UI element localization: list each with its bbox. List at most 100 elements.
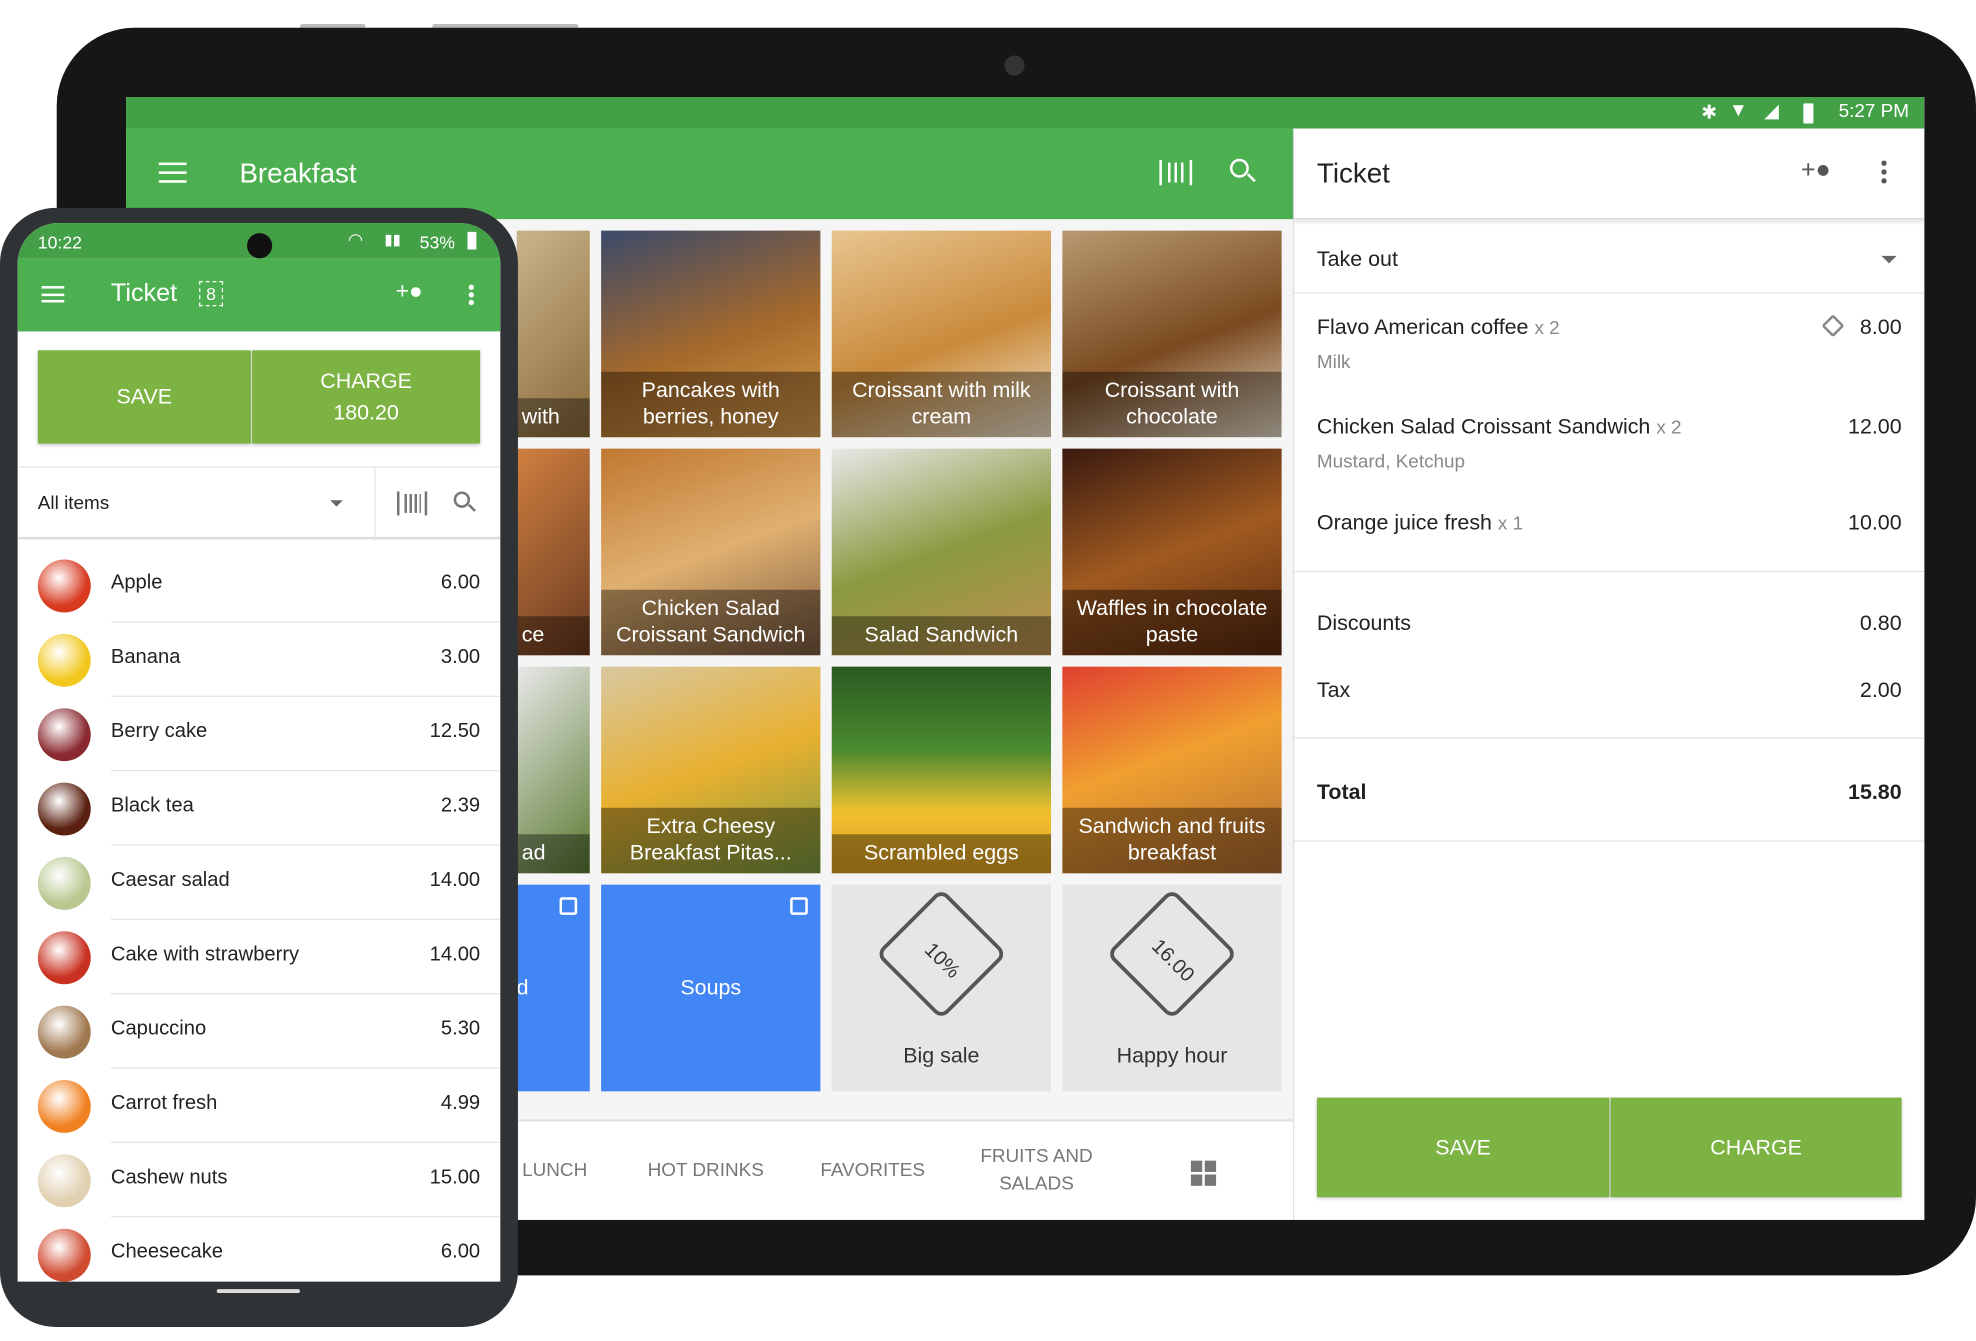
- search-icon[interactable]: [1229, 158, 1256, 183]
- item-tile[interactable]: Waffles in chocolate paste: [1062, 448, 1282, 656]
- camera: [1004, 55, 1025, 76]
- copy-icon: [559, 897, 578, 915]
- item-price: 12.50: [429, 720, 481, 743]
- item-price: 12.00: [1848, 414, 1902, 439]
- item-tile[interactable]: Salad Sandwich: [831, 448, 1052, 656]
- item-tile-label: with: [516, 398, 590, 438]
- battery-level: 53%: [419, 231, 455, 253]
- dining-option-dropdown[interactable]: Take out: [1317, 247, 1902, 272]
- item-tile-label: Croissant with milk cream: [831, 371, 1052, 438]
- item-price: 2.39: [440, 795, 481, 817]
- ticket-header: Ticket +●: [1294, 129, 1925, 220]
- item-thumbnail: [37, 633, 91, 687]
- discount-tile[interactable]: 10% Big sale: [831, 884, 1052, 1092]
- list-item[interactable]: Cake with strawberry 14.00: [18, 920, 501, 995]
- tax-row: Tax 2.00: [1316, 677, 1902, 702]
- home-indicator: [216, 1289, 300, 1293]
- item-name: Apple: [110, 572, 163, 594]
- item-tile-label: ce: [516, 616, 590, 656]
- item-tile[interactable]: Sandwich and fruits breakfast: [1062, 666, 1282, 874]
- discount-tile-label: Happy hour: [1116, 1043, 1228, 1068]
- item-name: Banana: [110, 646, 181, 668]
- item-tile[interactable]: ad: [516, 666, 590, 874]
- item-name: Cheesecake: [110, 1241, 223, 1263]
- phone-clock: 10:22: [37, 231, 82, 253]
- list-item[interactable]: Capuccino 5.30: [18, 994, 501, 1069]
- item-tile-label: Salad Sandwich: [831, 616, 1052, 656]
- search-icon[interactable]: [453, 491, 476, 512]
- item-tile[interactable]: Extra Cheesy Breakfast Pitas...: [601, 666, 821, 874]
- chevron-down-icon: [330, 500, 343, 513]
- ticket-panel: Ticket +● Take out Flavo American coffee…: [1292, 128, 1925, 1220]
- item-tile-label: Sandwich and fruits breakfast: [1062, 807, 1282, 874]
- menu-icon[interactable]: [41, 286, 65, 303]
- category-tab[interactable]: HOT DRINKS: [624, 1122, 788, 1220]
- ticket-title: Ticket: [1316, 157, 1390, 190]
- item-qty: x 1: [1497, 512, 1524, 535]
- ticket-count-badge[interactable]: 8: [199, 281, 224, 307]
- ticket-line-item[interactable]: Orange juice fresh x 1 10.00: [1317, 510, 1902, 535]
- item-price: 10.00: [1848, 510, 1902, 535]
- copy-icon: [790, 897, 808, 915]
- list-item[interactable]: Black tea 2.39: [18, 771, 501, 846]
- category-tab[interactable]: FRUITS AND SALADS: [958, 1122, 1116, 1220]
- item-price: 6.00: [440, 1241, 481, 1263]
- category-tab[interactable]: FAVORITES: [794, 1122, 952, 1220]
- item-qty: x 2: [1534, 317, 1560, 339]
- item-tile[interactable]: Pancakes with berries, honey: [601, 230, 821, 438]
- list-item[interactable]: Carrot fresh 4.99: [18, 1069, 501, 1144]
- save-button[interactable]: SAVE: [1316, 1097, 1610, 1198]
- phone-save-button[interactable]: SAVE: [37, 350, 251, 444]
- clock: 5:27 PM: [1838, 100, 1910, 123]
- item-thumbnail: [37, 856, 91, 910]
- ticket-line-item[interactable]: Flavo American coffee x 2 8.00 Milk: [1317, 314, 1902, 373]
- front-camera: [246, 233, 273, 259]
- item-tile[interactable]: ce: [516, 448, 590, 656]
- discount-tile[interactable]: 16.00 Happy hour: [1062, 884, 1282, 1092]
- list-item[interactable]: Banana 3.00: [18, 623, 501, 697]
- item-tile-label: Waffles in chocolate paste: [1062, 589, 1282, 656]
- item-thumbnail: [37, 1005, 91, 1059]
- item-price: 5.30: [440, 1018, 481, 1040]
- discount-tag-icon: [1821, 314, 1845, 338]
- ticket-line-item[interactable]: Chicken Salad Croissant Sandwich x 2 12.0…: [1317, 415, 1902, 473]
- category-tab[interactable]: LUNCH: [512, 1122, 587, 1220]
- menu-icon[interactable]: [158, 162, 187, 183]
- page-title: Breakfast: [239, 157, 357, 190]
- bluetooth-icon: ✱: [1701, 102, 1718, 124]
- more-options-icon[interactable]: [1881, 158, 1887, 184]
- list-item[interactable]: Berry cake 12.50: [18, 697, 501, 772]
- item-tile-label: Croissant with chocolate: [1062, 371, 1282, 438]
- list-item[interactable]: Apple 6.00: [18, 548, 501, 623]
- phone-status-bar: 10:22 ◠ ▮▮ 53%: [17, 223, 501, 259]
- item-qty: x 2: [1656, 417, 1682, 439]
- category-tile[interactable]: Soups: [601, 884, 821, 1092]
- add-customer-icon[interactable]: +●: [396, 279, 423, 305]
- item-tile[interactable]: Chicken Salad Croissant Sandwich: [601, 448, 821, 656]
- item-price: 6.00: [440, 572, 481, 594]
- category-filter-dropdown[interactable]: All items: [38, 493, 109, 514]
- list-item[interactable]: Cashew nuts 15.00: [18, 1143, 501, 1218]
- item-name: Caesar salad: [110, 869, 230, 891]
- item-tile[interactable]: Croissant with milk cream: [831, 230, 1052, 438]
- grid-view-icon[interactable]: [1190, 1160, 1217, 1186]
- add-customer-icon[interactable]: +●: [1801, 156, 1831, 185]
- item-tile-label: Scrambled eggs: [831, 834, 1052, 874]
- item-name: Carrot fresh: [110, 1092, 218, 1115]
- category-tile-label: d: [516, 975, 529, 1000]
- more-options-icon[interactable]: [468, 283, 474, 307]
- charge-button[interactable]: CHARGE: [1610, 1097, 1902, 1198]
- item-thumbnail: [37, 708, 91, 762]
- item-tile[interactable]: Croissant with chocolate: [1062, 230, 1282, 438]
- barcode-icon[interactable]: [396, 491, 428, 516]
- phone-charge-button[interactable]: CHARGE 180.20: [252, 350, 481, 444]
- list-item[interactable]: Caesar salad 14.00: [18, 846, 501, 920]
- item-tile[interactable]: with: [516, 230, 590, 438]
- barcode-icon[interactable]: [1159, 160, 1193, 186]
- wifi-icon: ▼: [1728, 99, 1748, 121]
- item-thumbnail: [37, 1079, 91, 1133]
- list-item[interactable]: Cheesecake 6.00: [18, 1217, 501, 1282]
- category-tile[interactable]: d: [516, 884, 590, 1092]
- item-tile[interactable]: Scrambled eggs: [831, 666, 1052, 874]
- discounts-row: Discounts 0.80: [1316, 611, 1902, 636]
